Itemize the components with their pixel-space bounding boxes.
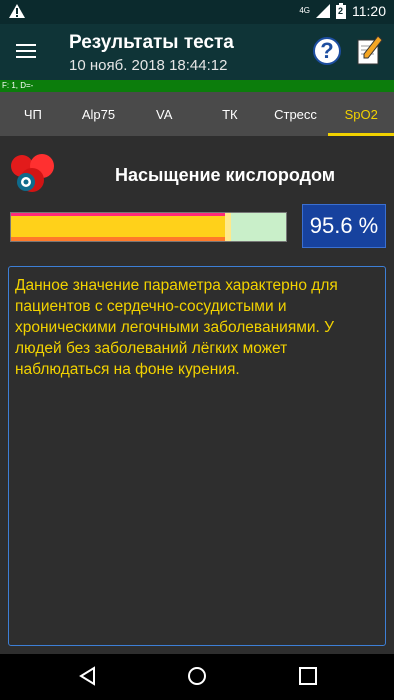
tab-spo2[interactable]: SpO2	[328, 92, 394, 136]
param-title: Насыщение кислородом	[115, 165, 336, 185]
recent-apps-icon[interactable]	[299, 667, 317, 685]
home-icon[interactable]	[187, 666, 207, 686]
page-subtitle: 10 нояб. 2018 18:44:12	[69, 57, 228, 74]
help-button[interactable]: ?	[313, 37, 341, 65]
gauge-marker	[225, 213, 231, 241]
clock: 11:20	[352, 3, 386, 19]
saturation-gauge	[10, 212, 287, 242]
tab-bar: ЧП Alp75 VA ТК Стресс SpO2	[0, 92, 394, 136]
description-text: Данное значение параметра характерно для…	[8, 266, 386, 646]
debug-line: F: 1, D=-	[0, 80, 394, 92]
gauge-fill	[11, 213, 228, 241]
tab-va[interactable]: VA	[131, 92, 197, 136]
tab-alp75[interactable]: Alp75	[66, 92, 132, 136]
tab-tk[interactable]: ТК	[197, 92, 263, 136]
blood-cells-icon	[11, 154, 54, 192]
tab-stress[interactable]: Стресс	[263, 92, 329, 136]
network-label: 4G	[299, 6, 310, 15]
warning-icon	[9, 4, 25, 18]
notes-icon[interactable]	[356, 34, 384, 66]
status-bar: 4G 2 11:20	[0, 0, 394, 24]
tab-chp[interactable]: ЧП	[0, 92, 66, 136]
menu-icon[interactable]	[14, 40, 38, 64]
signal-icon	[316, 4, 330, 18]
battery-level: 2	[338, 6, 344, 16]
back-icon[interactable]	[78, 666, 98, 686]
app-bar: Результаты теста 10 нояб. 2018 18:44:12 …	[0, 24, 394, 80]
param-header: Насыщение кислородом	[0, 146, 394, 202]
value-readout: 95.6 %	[302, 204, 386, 248]
nav-bar	[0, 654, 394, 700]
page-title: Результаты теста	[69, 32, 234, 53]
